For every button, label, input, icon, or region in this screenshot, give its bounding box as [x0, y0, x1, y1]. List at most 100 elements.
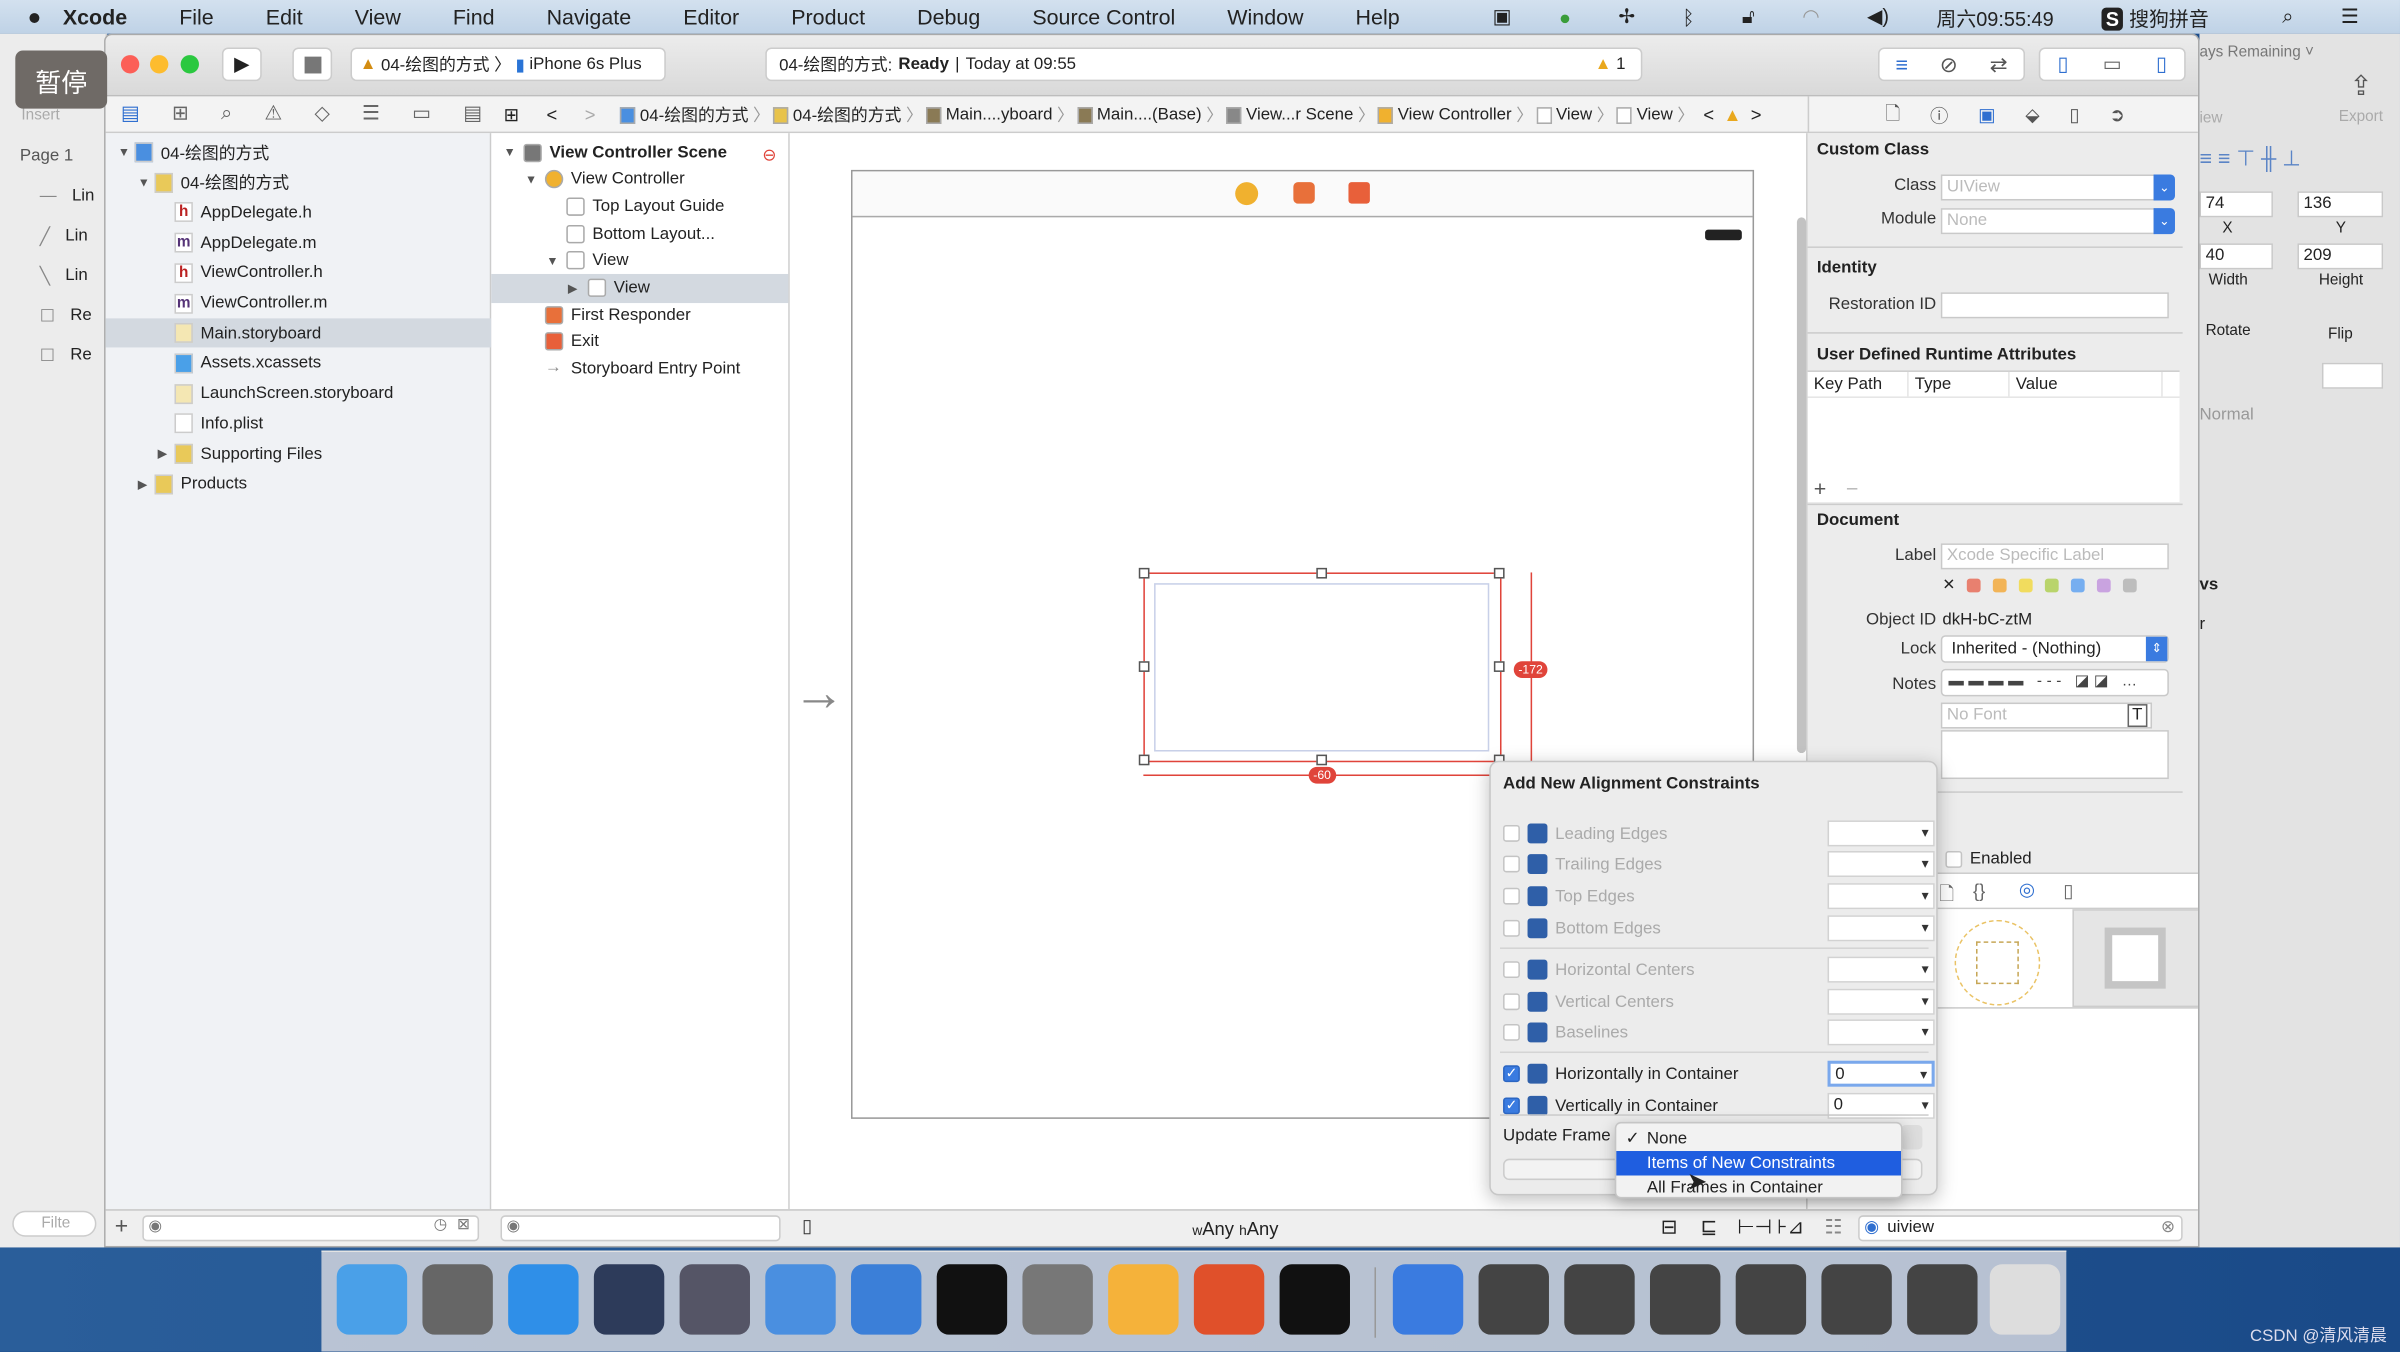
- disclosure-triangle-icon[interactable]: ▼: [546, 254, 566, 268]
- constraint-value-dropdown[interactable]: [1827, 883, 1935, 910]
- dock-icon-screenshot-5[interactable]: [1821, 1264, 1892, 1335]
- constraint-value-dropdown[interactable]: 0: [1827, 1060, 1935, 1087]
- menu-editor[interactable]: Editor: [683, 5, 739, 29]
- issue-warning-icon[interactable]: ▲: [1723, 104, 1741, 125]
- constraint-checkbox[interactable]: [1503, 993, 1520, 1011]
- connections-inspector-icon[interactable]: ➲: [2109, 104, 2124, 125]
- close-button[interactable]: [120, 55, 140, 74]
- file-item[interactable]: ▶ Products: [106, 469, 492, 498]
- dock-icon-sketch[interactable]: [1108, 1264, 1179, 1335]
- menu-file[interactable]: File: [179, 5, 214, 29]
- constraint-badge-right[interactable]: -172: [1513, 661, 1548, 679]
- dock-icon-mouse[interactable]: [593, 1264, 665, 1335]
- dock-icon-powerpoint[interactable]: [1193, 1264, 1265, 1335]
- breadcrumb-item[interactable]: View 〉: [1616, 103, 1694, 127]
- breadcrumb-item[interactable]: View Controller 〉: [1377, 103, 1533, 127]
- label-color-swatch[interactable]: [1967, 578, 1982, 593]
- disclosure-triangle-icon[interactable]: ▶: [138, 477, 155, 491]
- menu-item-items-of-new-constraints[interactable]: Items of New Constraints: [1616, 1151, 1902, 1176]
- breadcrumb-item[interactable]: Main....(Base) 〉: [1076, 103, 1223, 127]
- font-field[interactable]: No Font: [1940, 702, 2153, 729]
- dock-icon-photo-slideshow[interactable]: [679, 1264, 750, 1335]
- notes-format-bar[interactable]: ▬▬▬▬ --- ◪◪ …: [1940, 668, 2169, 697]
- filter-field[interactable]: Filte: [12, 1210, 97, 1237]
- disclosure-triangle-icon[interactable]: ▶: [158, 447, 175, 461]
- zoom-button[interactable]: [180, 55, 199, 74]
- dock-icon-exec[interactable]: [1279, 1264, 1350, 1335]
- app-status-icon[interactable]: ●: [1559, 5, 1571, 28]
- object-library-icon[interactable]: ◎: [2019, 879, 2035, 900]
- outline-item[interactable]: ▼ View Controller Scene: [491, 138, 788, 167]
- export-icon[interactable]: ⇪: [2349, 70, 2372, 102]
- identity-inspector-icon[interactable]: ▣: [1978, 104, 1995, 125]
- attributes-inspector-icon[interactable]: ⬙: [2025, 104, 2039, 125]
- height-field[interactable]: 209: [2297, 243, 2384, 270]
- inspector-toggle-icon[interactable]: ▯: [2156, 52, 2167, 76]
- remove-attribute-button[interactable]: −: [1846, 476, 1859, 500]
- add-file-button[interactable]: +: [115, 1214, 128, 1240]
- wifi-icon[interactable]: ◠: [1802, 5, 1819, 29]
- class-dropdown-button[interactable]: ⌄: [2153, 174, 2175, 201]
- add-attribute-button[interactable]: +: [1814, 476, 1827, 500]
- file-item[interactable]: ▼ 04-绘图的方式: [106, 138, 492, 167]
- dock-icon-xcode[interactable]: [765, 1264, 836, 1335]
- code-snippet-library-icon[interactable]: {}: [1973, 880, 1985, 901]
- label-color-swatch[interactable]: [2097, 578, 2112, 593]
- breadcrumb-item[interactable]: 04-绘图的方式〉: [620, 103, 770, 127]
- navigator-filter-field[interactable]: ◉ ◷ ⊠: [142, 1215, 480, 1242]
- version-editor-icon[interactable]: ⇄: [1990, 51, 2008, 77]
- disclosure-triangle-icon[interactable]: ▼: [138, 176, 155, 190]
- view-label[interactable]: iew: [2199, 110, 2222, 127]
- file-item[interactable]: Assets.xcassets: [106, 349, 492, 378]
- fan-icon[interactable]: ✢: [1618, 5, 1635, 29]
- constraint-checkbox[interactable]: ✓: [1503, 1065, 1520, 1083]
- menu-product[interactable]: Product: [791, 5, 865, 29]
- constraint-value-dropdown[interactable]: [1827, 851, 1935, 878]
- label-color-swatch[interactable]: [2123, 578, 2138, 593]
- spotlight-icon[interactable]: ⌕: [2282, 5, 2293, 29]
- related-items-icon[interactable]: ⊞: [504, 104, 519, 125]
- label-color-swatch[interactable]: [1993, 578, 2008, 593]
- module-dropdown-button[interactable]: ⌄: [2153, 208, 2175, 235]
- library-item-placeholder[interactable]: [1945, 918, 2067, 1007]
- constraint-value-dropdown[interactable]: [1827, 820, 1935, 847]
- stack-button[interactable]: ⊟: [1661, 1215, 1678, 1239]
- file-item[interactable]: Main.storyboard: [105, 318, 492, 348]
- toggle-outline-icon[interactable]: ▯: [802, 1215, 812, 1236]
- label-color-swatch[interactable]: [2045, 578, 2060, 593]
- file-inspector-icon[interactable]: 🗋︎: [1885, 99, 1900, 131]
- view-controller-icon[interactable]: [1235, 182, 1259, 206]
- find-navigator-icon[interactable]: ⌕: [221, 101, 232, 125]
- layer-item[interactable]: ╲ Lin: [40, 266, 88, 286]
- vertical-scrollbar[interactable]: [1796, 217, 1807, 754]
- restoration-id-field[interactable]: [1940, 292, 2169, 319]
- previous-issue-button[interactable]: <: [1703, 104, 1714, 125]
- outline-item[interactable]: ▼ View Controller: [491, 165, 788, 194]
- file-item[interactable]: h AppDelegate.h: [106, 198, 492, 227]
- notes-text-area[interactable]: [1940, 730, 2169, 780]
- project-navigator-icon[interactable]: ▤: [121, 101, 140, 125]
- constraint-checkbox[interactable]: [1503, 824, 1520, 842]
- constraint-checkbox[interactable]: [1503, 1023, 1520, 1041]
- dock-icon-launchpad[interactable]: [422, 1264, 493, 1335]
- library-item-view[interactable]: [2072, 909, 2198, 1008]
- clear-filter-icon[interactable]: ⊗: [2161, 1217, 2175, 1240]
- dock-icon-screenshot-6[interactable]: [1907, 1264, 1978, 1335]
- issue-navigator-icon[interactable]: ⚠: [264, 101, 282, 125]
- outline-item[interactable]: Exit: [491, 327, 788, 356]
- scm-filter-icon[interactable]: ⊠: [457, 1217, 470, 1234]
- constraint-value-dropdown[interactable]: [1827, 956, 1935, 983]
- layer-item[interactable]: ☐ Re: [40, 346, 92, 366]
- resize-handle[interactable]: [1493, 567, 1505, 579]
- resize-handle[interactable]: [1493, 661, 1505, 672]
- blend-mode-select[interactable]: Normal: [2199, 406, 2383, 424]
- disclosure-triangle-icon[interactable]: ▼: [118, 145, 135, 159]
- pause-overlay[interactable]: 暂停: [15, 50, 108, 109]
- entry-point-arrow[interactable]: →: [793, 667, 845, 719]
- runtime-attributes-table[interactable]: Key Path Type Value + −: [1807, 370, 2180, 503]
- dock-icon-screenshot-2[interactable]: [1564, 1264, 1635, 1335]
- dock-icon-preview[interactable]: [1392, 1264, 1464, 1335]
- library-view-toggle-icon[interactable]: ☷: [1824, 1215, 1842, 1239]
- bluetooth-icon[interactable]: ᛒ: [1682, 5, 1694, 28]
- constraint-checkbox[interactable]: ✓: [1503, 1097, 1520, 1115]
